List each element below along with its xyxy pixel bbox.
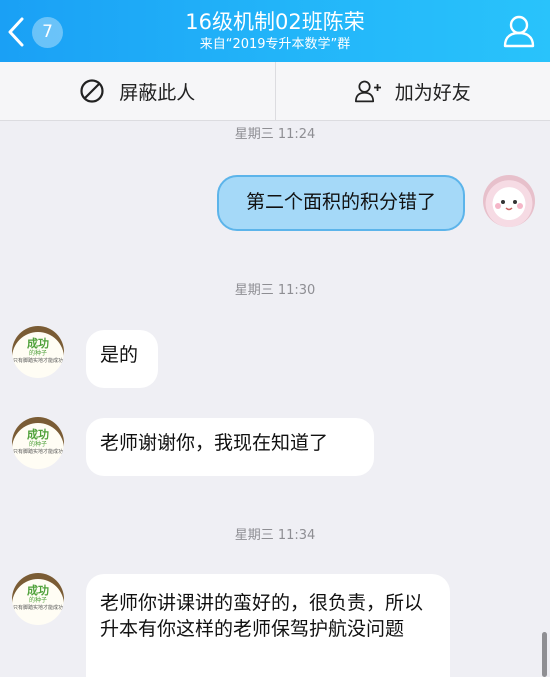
outgoing-message-bubble[interactable]: 第二个面积的积分错了: [217, 175, 465, 231]
person-icon[interactable]: [500, 12, 538, 50]
message-timestamp: 星期三 11:34: [234, 528, 316, 543]
message-text: 老师你讲课讲的蛮好的，很负责，所以升本有你这样的老师保驾护航没问题: [100, 592, 424, 640]
avatar-logo-slogan: 只有脚踏实地才能成功: [12, 605, 63, 611]
avatar-logo-text: 成功: [27, 584, 49, 597]
chat-title: 16级机制02班陈荣: [185, 10, 365, 34]
block-user-button[interactable]: 屏蔽此人: [0, 62, 275, 120]
add-user-icon: [354, 80, 381, 103]
avatar-logo-slogan: 只有脚踏实地才能成功: [12, 358, 63, 364]
block-icon: [80, 79, 104, 103]
add-friend-button[interactable]: 加为好友: [274, 62, 550, 120]
message-text: 第二个面积的积分错了: [245, 191, 436, 213]
message-timestamp: 星期三 11:24: [234, 127, 316, 142]
chat-header: 7 16级机制02班陈荣 来自“2019专升本数学”群: [0, 0, 550, 62]
my-avatar[interactable]: [483, 175, 535, 227]
incoming-message-bubble[interactable]: 是的: [86, 330, 158, 388]
message-text: 老师谢谢你，我现在知道了: [100, 432, 329, 454]
add-friend-label: 加为好友: [394, 81, 471, 104]
block-user-label: 屏蔽此人: [119, 81, 196, 104]
avatar-logo-slogan: 只有脚踏实地才能成功: [12, 449, 63, 455]
incoming-message-bubble[interactable]: 老师谢谢你，我现在知道了: [86, 418, 374, 476]
avatar-logo-text: 成功: [27, 428, 49, 441]
avatar-logo-text: 成功: [27, 337, 49, 350]
avatar-logo-subtext: 的种子: [28, 441, 47, 448]
sender-avatar[interactable]: 成功 的种子 只有脚踏实地才能成功: [12, 417, 64, 469]
action-bar: 屏蔽此人 加为好友: [0, 62, 550, 121]
sender-avatar[interactable]: 成功 的种子 只有脚踏实地才能成功: [12, 326, 64, 378]
scrollbar[interactable]: [542, 632, 547, 677]
chat-subtitle: 来自“2019专升本数学”群: [199, 37, 351, 52]
message-text: 是的: [100, 344, 139, 366]
message-timestamp: 星期三 11:30: [234, 283, 316, 298]
incoming-message-bubble[interactable]: 老师你讲课讲的蛮好的，很负责，所以升本有你这样的老师保驾护航没问题: [86, 574, 450, 677]
avatar-logo-subtext: 的种子: [28, 597, 47, 604]
cat-face-icon: [495, 200, 523, 211]
sender-avatar[interactable]: 成功 的种子 只有脚踏实地才能成功: [12, 573, 64, 625]
avatar-logo-subtext: 的种子: [28, 350, 47, 357]
